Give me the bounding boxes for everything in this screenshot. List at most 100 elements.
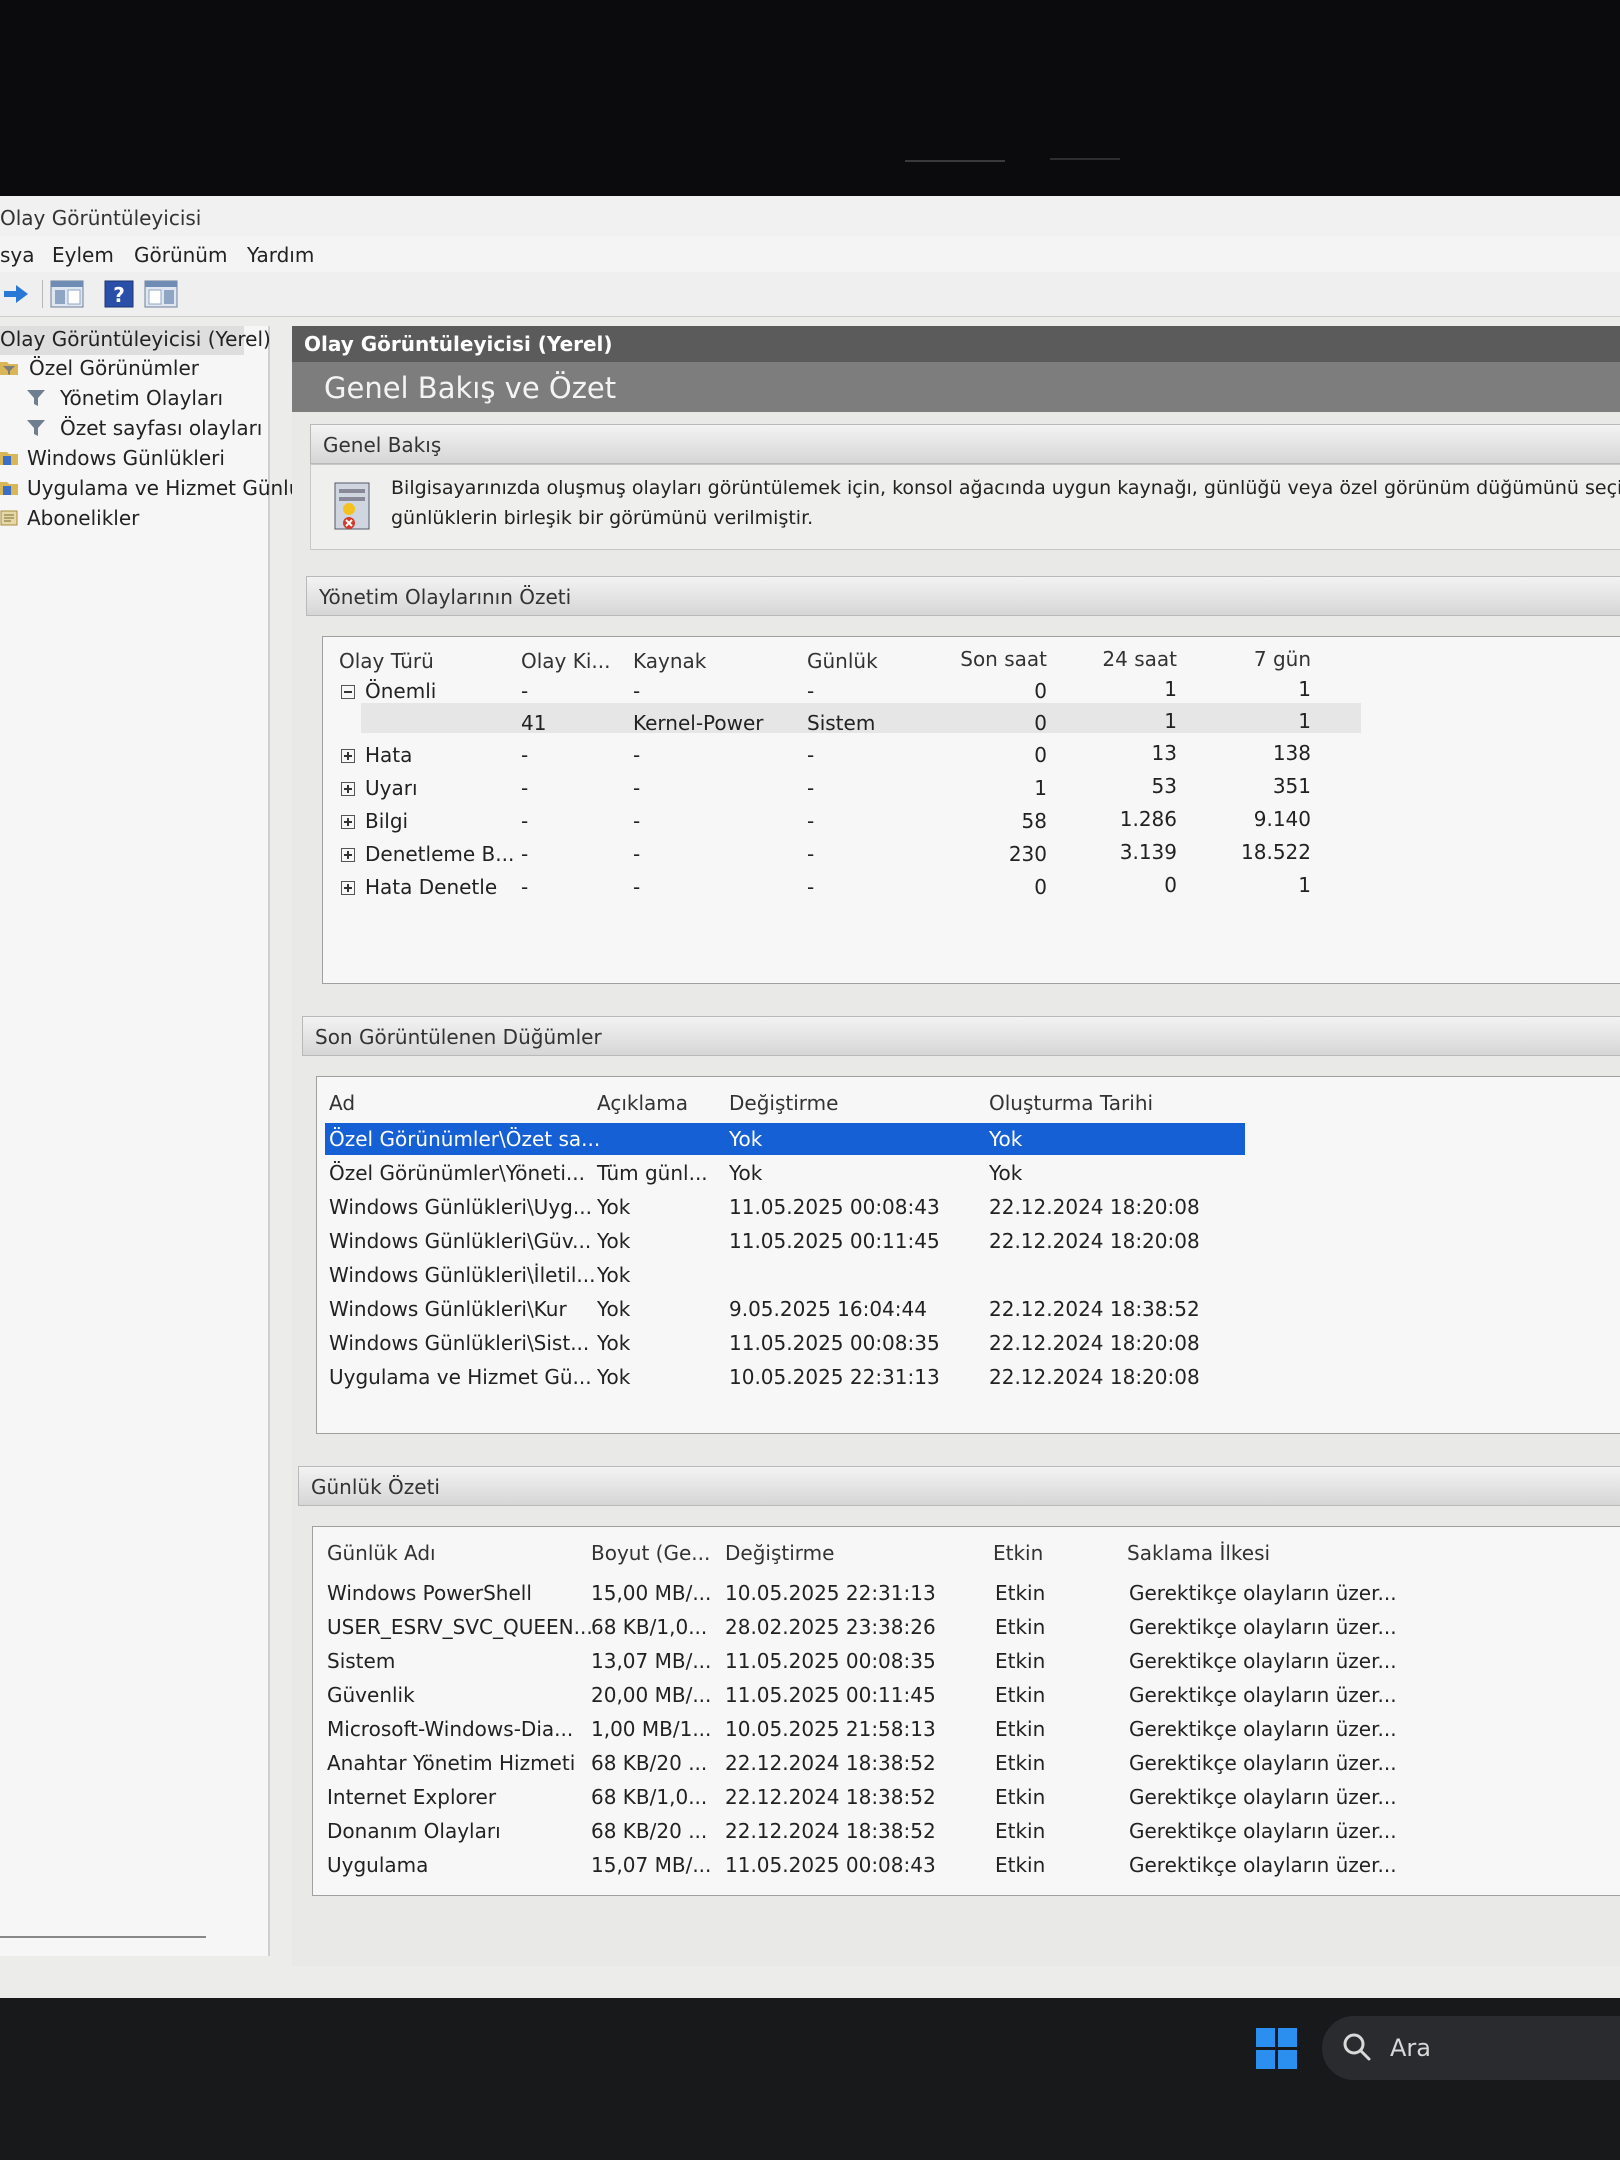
tree-item-label: Uygulama ve Hizmet Günlük (27, 476, 313, 500)
overview-section-header[interactable]: Genel Bakış (310, 424, 1620, 464)
col-header-log[interactable]: Günlük (807, 649, 878, 673)
row-name[interactable]: Windows Günlükleri\İletil... (329, 1263, 595, 1287)
tree-item-windows-logs[interactable]: Windows Günlükleri (0, 446, 225, 470)
row-enabled: Etkin (995, 1717, 1046, 1741)
col-header-event-id[interactable]: Olay Ki... (521, 649, 611, 673)
row-retention-policy: Gerektikçe olayların üzer... (1129, 1853, 1397, 1877)
row-log: Sistem (807, 711, 876, 735)
col-header-24-hours[interactable]: 24 saat (1083, 647, 1177, 671)
row-created: 22.12.2024 18:20:08 (989, 1331, 1200, 1355)
row-name[interactable]: Özel Görünümler\Yöneti... (329, 1161, 585, 1185)
row-size: 13,07 MB/... (591, 1649, 712, 1673)
row-log-name[interactable]: USER_ESRV_SVC_QUEEN... (327, 1615, 593, 1639)
taskbar-search[interactable]: Ara (1322, 2016, 1620, 2080)
row-name[interactable]: Windows Günlükleri\Sist... (329, 1331, 589, 1355)
col-header-event-type[interactable]: Olay Türü (339, 649, 434, 673)
row-size: 20,00 MB/... (591, 1683, 712, 1707)
expand-toggle[interactable] (341, 749, 355, 763)
forward-arrow-icon[interactable] (2, 280, 30, 308)
row-name[interactable]: Windows Günlükleri\Uyg... (329, 1195, 592, 1219)
search-placeholder: Ara (1390, 2034, 1431, 2062)
menu-action[interactable]: Eylem (52, 243, 114, 267)
menu-help[interactable]: Yardım (247, 243, 314, 267)
row-source: - (633, 776, 641, 800)
action-pane-icon[interactable] (144, 280, 178, 308)
section-title: Günlük Özeti (311, 1475, 440, 1499)
row-created: 22.12.2024 18:20:08 (989, 1229, 1200, 1253)
tree-item-summary-page-events[interactable]: Özet sayfası olayları (27, 416, 262, 440)
row-size: 68 KB/1,0... (591, 1615, 708, 1639)
collapse-toggle[interactable] (341, 685, 355, 699)
row-name[interactable]: Windows Günlükleri\Kur (329, 1297, 567, 1321)
expand-toggle[interactable] (341, 881, 355, 895)
row-created: 22.12.2024 18:20:08 (989, 1195, 1200, 1219)
row-modified: Yok (729, 1127, 763, 1151)
tree-item-app-service-logs[interactable]: Uygulama ve Hizmet Günlük (0, 476, 313, 500)
expand-toggle[interactable] (341, 782, 355, 796)
row-modified: 22.12.2024 18:38:52 (725, 1785, 936, 1809)
row-source: - (633, 809, 641, 833)
row-created: 22.12.2024 18:20:08 (989, 1365, 1200, 1389)
col-header-size[interactable]: Boyut (Ge... (591, 1541, 710, 1565)
row-enabled: Etkin (995, 1751, 1046, 1775)
windows-start-icon[interactable] (1256, 2028, 1298, 2070)
row-name[interactable]: Windows Günlükleri\Güv... (329, 1229, 591, 1253)
col-header-description[interactable]: Açıklama (597, 1091, 688, 1115)
row-7-days: 1 (1298, 677, 1311, 701)
row-log: - (807, 809, 815, 833)
tree-scroll-line (0, 1936, 206, 1938)
row-enabled: Etkin (995, 1853, 1046, 1877)
row-description: Yok (597, 1229, 631, 1253)
admin-summary-table: Olay Türü Olay Ki... Kaynak Günlük Son s… (322, 636, 1620, 984)
col-header-retention-policy[interactable]: Saklama İlkesi (1127, 1541, 1270, 1565)
col-header-7-days[interactable]: 7 gün (1213, 647, 1311, 671)
row-7-days: 9.140 (1253, 807, 1311, 831)
row-event-id: 41 (521, 711, 547, 735)
col-header-modified[interactable]: Değiştirme (725, 1541, 834, 1565)
row-log-name[interactable]: Uygulama (327, 1853, 428, 1877)
col-header-last-hour[interactable]: Son saat (923, 647, 1047, 671)
col-header-name[interactable]: Ad (329, 1091, 355, 1115)
title-bar[interactable]: Olay Görüntüleyicisi (0, 196, 1620, 236)
expand-toggle[interactable] (341, 848, 355, 862)
admin-summary-section-header[interactable]: Yönetim Olaylarının Özeti (306, 576, 1620, 616)
row-retention-policy: Gerektikçe olayların üzer... (1129, 1649, 1397, 1673)
row-log-name[interactable]: Internet Explorer (327, 1785, 496, 1809)
taskbar: Ara (0, 1998, 1620, 2160)
tree-item-admin-events[interactable]: Yönetim Olayları (27, 386, 223, 410)
log-summary-section-header[interactable]: Günlük Özeti (298, 1466, 1620, 1506)
row-description: Yok (597, 1331, 631, 1355)
row-event-type: Hata Denetle (365, 875, 498, 899)
log-folder-icon (0, 452, 18, 465)
menu-file[interactable]: sya (0, 243, 35, 267)
col-header-enabled[interactable]: Etkin (993, 1541, 1043, 1565)
col-header-created[interactable]: Oluşturma Tarihi (989, 1091, 1153, 1115)
tree-item-event-viewer-local[interactable]: Olay Görüntüleyicisi (Yerel) (0, 326, 271, 355)
row-log-name[interactable]: Microsoft-Windows-Dia... (327, 1717, 573, 1741)
tree-item-label: Yönetim Olayları (60, 386, 223, 410)
show-hide-tree-icon[interactable] (50, 280, 84, 308)
help-icon[interactable]: ? (104, 280, 134, 308)
row-log-name[interactable]: Donanım Olayları (327, 1819, 501, 1843)
row-7-days: 138 (1272, 741, 1311, 765)
row-log-name[interactable]: Sistem (327, 1649, 395, 1673)
row-log-name[interactable]: Güvenlik (327, 1683, 415, 1707)
recent-nodes-section-header[interactable]: Son Görüntülenen Düğümler (302, 1016, 1620, 1056)
row-modified: 11.05.2025 00:08:43 (729, 1195, 940, 1219)
expand-toggle[interactable] (341, 815, 355, 829)
row-modified: 11.05.2025 00:08:43 (725, 1853, 936, 1877)
row-log-name[interactable]: Windows PowerShell (327, 1581, 532, 1605)
col-header-source[interactable]: Kaynak (633, 649, 706, 673)
menu-view[interactable]: Görünüm (134, 243, 227, 267)
row-log-name[interactable]: Anahtar Yönetim Hizmeti (327, 1751, 575, 1775)
tree-item-subscriptions[interactable]: Abonelikler (0, 506, 139, 530)
tree-item-custom-views[interactable]: Özel Görünümler (0, 356, 199, 380)
row-event-type: Uyarı (365, 776, 418, 800)
subscriptions-icon (0, 510, 18, 526)
row-enabled: Etkin (995, 1785, 1046, 1809)
row-modified: 9.05.2025 16:04:44 (729, 1297, 927, 1321)
row-name[interactable]: Uygulama ve Hizmet Gü... (329, 1365, 592, 1389)
col-header-modified[interactable]: Değiştirme (729, 1091, 838, 1115)
row-last-hour: 0 (1034, 875, 1047, 899)
col-header-log-name[interactable]: Günlük Adı (327, 1541, 436, 1565)
